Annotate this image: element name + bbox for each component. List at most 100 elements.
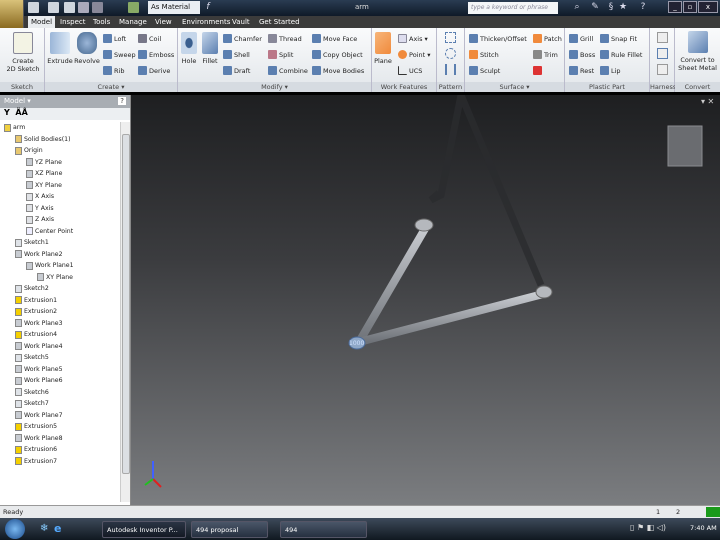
tab-inspect[interactable]: Inspect [57,16,89,28]
update-icon[interactable] [128,2,139,13]
coil-button[interactable]: Coil [138,34,161,43]
browser-node[interactable]: Extrusion5 [0,421,120,433]
circular-pattern-icon[interactable] [445,48,456,59]
browser-node[interactable]: Sketch5 [0,352,120,364]
browser-node[interactable]: X Axis [0,191,120,203]
browser-node[interactable]: Center Point [0,226,120,238]
filter-icon[interactable]: Y [4,108,10,117]
browser-node[interactable]: arm [0,122,120,134]
open-icon[interactable] [48,2,59,13]
move-face-button[interactable]: Move Face [312,34,357,43]
application-menu-button[interactable] [0,0,24,28]
split-button[interactable]: Split [268,50,293,59]
tab-manage[interactable]: Manage [116,16,150,28]
task-inventor[interactable]: Autodesk Inventor P... [102,521,186,538]
lip-button[interactable]: Lip [600,66,621,75]
thicken-offset-button[interactable]: Thicken/Offset [469,34,527,43]
tab-tools[interactable]: Tools [90,16,113,28]
find-icon[interactable]: ÄÅ [15,108,27,117]
save-icon[interactable] [64,2,75,13]
browser-header[interactable]: Model ▾? [0,95,130,108]
redo-icon[interactable] [92,2,103,13]
browser-node[interactable]: Work Plane5 [0,364,120,376]
browser-node[interactable]: Y Axis [0,203,120,215]
parameters-icon[interactable]: f [203,2,213,13]
browser-node[interactable]: Sketch6 [0,387,120,399]
browser-node[interactable]: XZ Plane [0,168,120,180]
panel-label[interactable]: Create ▾ [45,82,177,92]
browser-node[interactable]: Sketch7 [0,398,120,410]
tab-model[interactable]: Model [28,16,56,28]
sweep-button[interactable]: Sweep [103,50,136,59]
tab-view[interactable]: View [152,16,175,28]
graphics-viewport[interactable]: 1000 ▾ ✕ [131,95,720,505]
browser-node[interactable]: Extrusion6 [0,444,120,456]
harness-icon-3[interactable] [657,64,668,75]
axis-button[interactable]: Axis ▾ [398,34,428,43]
boss-button[interactable]: Boss [569,50,595,59]
extrude-button[interactable]: Extrude [47,32,73,65]
task-494[interactable]: 494 [280,521,367,538]
browser-help-icon[interactable]: ? [118,97,126,105]
browser-node[interactable]: Work Plane4 [0,341,120,353]
viewport-close-icon[interactable]: ▾ ✕ [701,97,714,106]
convert-to-sheet-metal-button[interactable]: Convert to Sheet Metal [675,31,720,72]
browser-node[interactable]: Extrusion7 [0,456,120,468]
move-bodies-button[interactable]: Move Bodies [312,66,364,75]
thread-button[interactable]: Thread [268,34,302,43]
close-button[interactable]: x [698,1,718,13]
browser-node[interactable]: Extrusion2 [0,306,120,318]
browser-node[interactable]: Solid Bodies(1) [0,134,120,146]
panel-label[interactable]: Modify ▾ [178,82,371,92]
point-button[interactable]: Point ▾ [398,50,430,59]
minimize-button[interactable]: _ [668,1,682,13]
copy-object-button[interactable]: Copy Object [312,50,363,59]
trim-button[interactable]: Trim [533,50,558,59]
draft-button[interactable]: Draft [223,66,250,75]
internet-explorer-icon[interactable]: e [54,522,61,535]
browser-node[interactable]: Work Plane3 [0,318,120,330]
scrollbar-thumb[interactable] [122,134,130,474]
rib-button[interactable]: Rib [103,66,124,75]
search-input[interactable]: type a keyword or phrase [468,2,558,14]
browser-node[interactable]: Work Plane2 [0,249,120,261]
material-dropdown[interactable]: As Material [148,1,200,14]
maximize-button[interactable]: ▫ [683,1,697,13]
quicklaunch-icon[interactable]: ❄ [40,523,48,534]
new-icon[interactable] [28,2,39,13]
patch-button[interactable]: Patch [533,34,562,43]
browser-node[interactable]: Work Plane6 [0,375,120,387]
harness-icon-2[interactable] [657,48,668,59]
favorites-icon[interactable]: ★ [618,2,628,13]
hole-button[interactable]: Hole [180,32,198,65]
browser-node[interactable]: XY Plane [0,272,120,284]
emboss-button[interactable]: Emboss [138,50,174,59]
task-494-proposal[interactable]: 494 proposal [191,521,268,538]
browser-scrollbar[interactable] [120,122,130,502]
browser-node[interactable]: Sketch2 [0,283,120,295]
tab-environments[interactable]: Environments [179,16,233,28]
fillet-button[interactable]: Fillet [200,32,220,65]
delete-face-button[interactable] [533,66,542,75]
revolve-button[interactable]: Revolve [73,32,101,65]
rule-fillet-button[interactable]: Rule Fillet [600,50,642,59]
browser-node[interactable]: Extrusion4 [0,329,120,341]
derive-button[interactable]: Derive [138,66,170,75]
browser-node[interactable]: Origin [0,145,120,157]
start-button[interactable] [5,519,25,539]
viewcube-icon[interactable] [667,125,703,167]
tray-icons[interactable]: ▯ ⚑ ◧ ◁) [630,523,666,532]
chamfer-button[interactable]: Chamfer [223,34,262,43]
mirror-icon[interactable] [445,64,456,75]
communication-icon[interactable]: § [606,2,616,13]
shell-button[interactable]: Shell [223,50,250,59]
ucs-button[interactable]: UCS [398,66,422,75]
browser-node[interactable]: Extrusion1 [0,295,120,307]
sculpt-button[interactable]: Sculpt [469,66,500,75]
subscription-icon[interactable]: ✎ [590,2,600,13]
tab-vault[interactable]: Vault [229,16,253,28]
combine-button[interactable]: Combine [268,66,308,75]
browser-node[interactable]: Work Plane7 [0,410,120,422]
snap-fit-button[interactable]: Snap Fit [600,34,637,43]
stitch-button[interactable]: Stitch [469,50,499,59]
